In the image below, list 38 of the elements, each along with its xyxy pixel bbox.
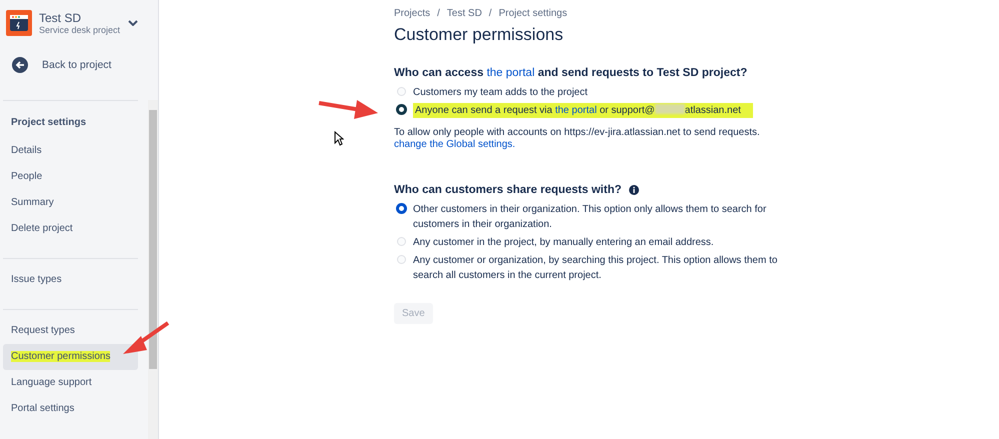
chevron-down-icon[interactable] <box>128 20 138 26</box>
help-text: To allow only people with accounts on https://ev-jira.atlassian.net to send requests. <box>394 126 761 139</box>
nav-heading: Project settings <box>10 116 88 130</box>
project-type: Service desk project <box>39 24 121 34</box>
section-heading: Who can customers share requests with? <box>394 184 622 196</box>
project-logo-icon <box>6 10 32 36</box>
nav-item[interactable]: Portal settings <box>3 396 138 422</box>
nav-item[interactable]: Delete project <box>3 216 138 242</box>
portal-link[interactable]: the portal <box>555 105 597 116</box>
option-label: Any customer in the project, by manually entering an email address. <box>413 236 714 250</box>
radio-button[interactable] <box>397 105 406 114</box>
option-label: Other customers in their organization. This option only allows them to search for customers in their organization. <box>413 203 768 232</box>
nav-item[interactable]: Request types <box>3 318 138 344</box>
nav-item[interactable]: Summary <box>3 190 138 216</box>
breadcrumb-separator: / <box>488 8 492 19</box>
breadcrumb-link[interactable]: Project settings <box>498 8 568 19</box>
info-icon[interactable] <box>628 185 639 195</box>
nav-item[interactable]: Language support <box>3 370 138 396</box>
back-to-project-link[interactable]: Back to project <box>42 59 112 71</box>
option-label: Anyone can send a request via the portal or support@ atlassian.net <box>413 103 753 118</box>
breadcrumb-link[interactable]: Projects <box>394 8 430 19</box>
global-settings-link[interactable]: change the Global settings. <box>394 139 999 150</box>
scrollbar[interactable] <box>148 100 158 439</box>
cursor-icon <box>334 131 344 146</box>
section-heading: Who can access the portal and send requests to Test SD project? <box>394 67 748 79</box>
redacted-blur <box>654 104 685 114</box>
portal-link[interactable]: the portal <box>486 67 535 79</box>
project-name: Test SD <box>39 10 82 24</box>
nav-item[interactable]: Issue types <box>3 267 138 293</box>
option-label: Any customer or organization, by searching this project. This option allows them to search all customers in the current project. <box>413 254 778 283</box>
radio-button[interactable] <box>397 204 406 213</box>
nav-item[interactable]: Details <box>3 138 138 164</box>
breadcrumb-separator: / <box>437 8 440 19</box>
breadcrumb-link[interactable]: Test SD <box>446 8 482 19</box>
page-title: Customer permissions <box>394 25 564 45</box>
nav-item[interactable]: People <box>3 164 138 190</box>
annotation-arrow <box>121 320 171 356</box>
option-label: Customers my team adds to the project <box>413 86 588 100</box>
